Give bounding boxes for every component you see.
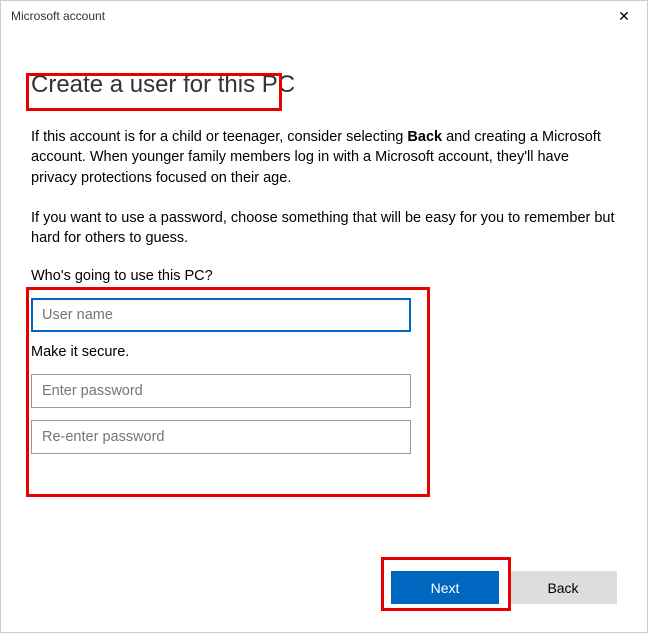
close-button[interactable]: ✕: [601, 1, 647, 31]
button-row: Next Back: [391, 571, 617, 604]
content-area: Create a user for this PC If this accoun…: [1, 31, 647, 486]
desc1-pre: If this account is for a child or teenag…: [31, 129, 407, 145]
form-section: Who's going to use this PC? Make it secu…: [31, 268, 617, 454]
next-button[interactable]: Next: [391, 571, 499, 604]
dialog-window: Microsoft account ✕ Create a user for th…: [0, 0, 648, 633]
reenter-password-input[interactable]: [31, 420, 411, 454]
who-label: Who's going to use this PC?: [31, 268, 617, 284]
window-title: Microsoft account: [11, 9, 105, 23]
back-button[interactable]: Back: [509, 571, 617, 604]
page-title: Create a user for this PC: [31, 71, 295, 99]
secure-label: Make it secure.: [31, 344, 617, 360]
description-paragraph-2: If you want to use a password, choose so…: [31, 208, 617, 249]
description-paragraph-1: If this account is for a child or teenag…: [31, 127, 617, 188]
titlebar: Microsoft account ✕: [1, 1, 647, 31]
close-icon: ✕: [618, 8, 630, 25]
username-input[interactable]: [31, 298, 411, 332]
password-input[interactable]: [31, 374, 411, 408]
desc1-bold: Back: [407, 129, 442, 145]
